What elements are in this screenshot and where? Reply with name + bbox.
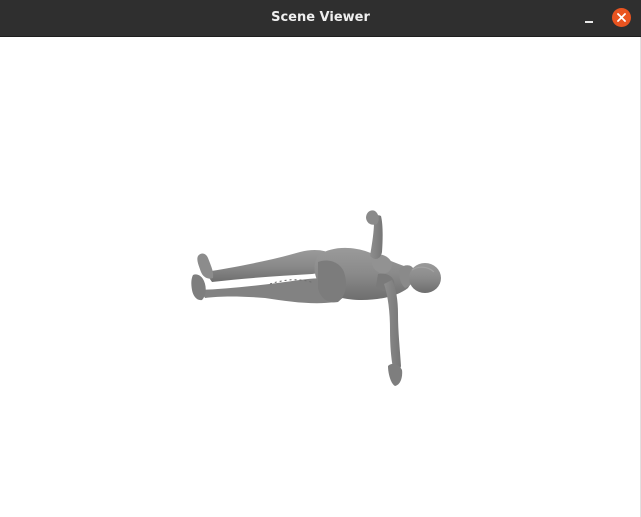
close-button[interactable]	[612, 8, 631, 27]
minimize-icon	[585, 21, 593, 23]
scene-viewer-window: Scene Viewer	[0, 0, 641, 517]
window-title: Scene Viewer	[271, 10, 370, 25]
title-bar[interactable]: Scene Viewer	[0, 0, 641, 37]
scene-viewport[interactable]	[0, 37, 641, 517]
human-body-model	[191, 210, 441, 386]
model-torso	[314, 247, 412, 303]
minimize-button[interactable]	[580, 9, 598, 27]
close-icon	[617, 13, 626, 22]
